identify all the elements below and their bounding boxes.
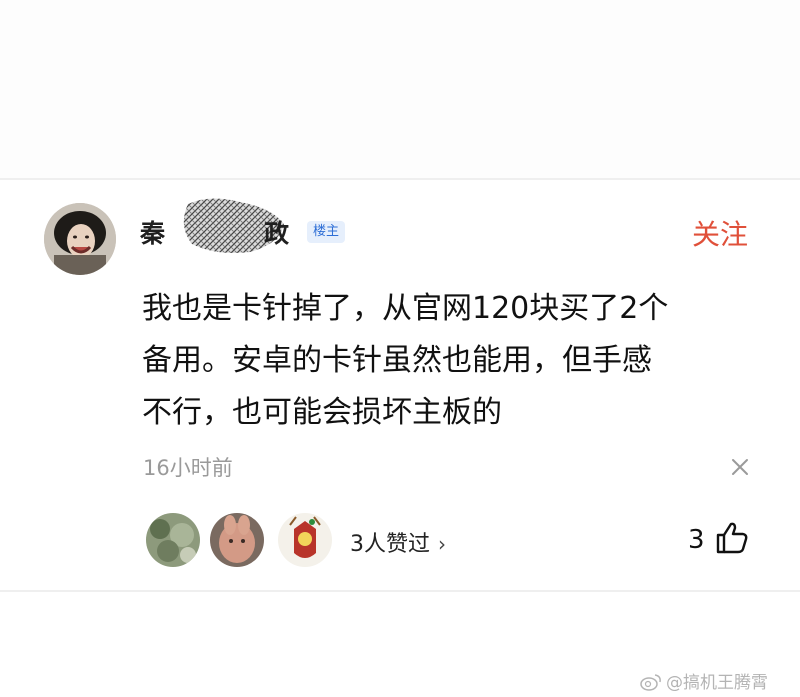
op-badge: 楼主 [307,221,346,243]
close-icon[interactable] [728,455,752,479]
comment-line: 不行，也可能会损坏主板的 [142,395,502,430]
liker-avatar-icon[interactable] [146,513,200,567]
comment-body: 我也是卡针掉了，从官网120块买了2个 备用。安卓的卡针虽然也能用，但手感 不行… [142,283,762,439]
timestamp: 16小时前 [143,456,233,480]
comment-line: 备用。安卓的卡针虽然也能用，但手感 [142,343,652,378]
comment-line: 我也是卡针掉了，从官网120块买了2个 [142,291,669,326]
watermark: @搞机王腾霄 [640,668,768,693]
likes-summary-link[interactable]: 3人赞过 › [350,526,446,558]
thumb-up-icon[interactable] [712,518,752,558]
blank-area [0,0,800,178]
author-name-first: 秦 [140,219,167,248]
likes-summary: 3人赞过 [350,532,430,557]
chevron-right-icon: › [438,532,446,556]
weibo-icon [640,674,661,691]
watermark-text: @搞机王腾霄 [666,673,768,693]
follow-button[interactable]: 关注 [692,213,748,253]
divider [0,590,800,592]
author-name[interactable]: 秦 [140,198,284,253]
divider [0,178,800,180]
liker-avatar-icon[interactable] [278,513,332,567]
user-avatar-icon[interactable] [44,203,116,275]
comment-page: 秦 政 楼主 关注 我也是卡针掉了，从官网120块买了2个 备用。安卓的卡针虽然… [0,0,800,697]
liker-avatar-icon[interactable] [210,513,264,567]
author-name-last: 政 [264,219,290,248]
like-count: 3 [688,525,705,555]
